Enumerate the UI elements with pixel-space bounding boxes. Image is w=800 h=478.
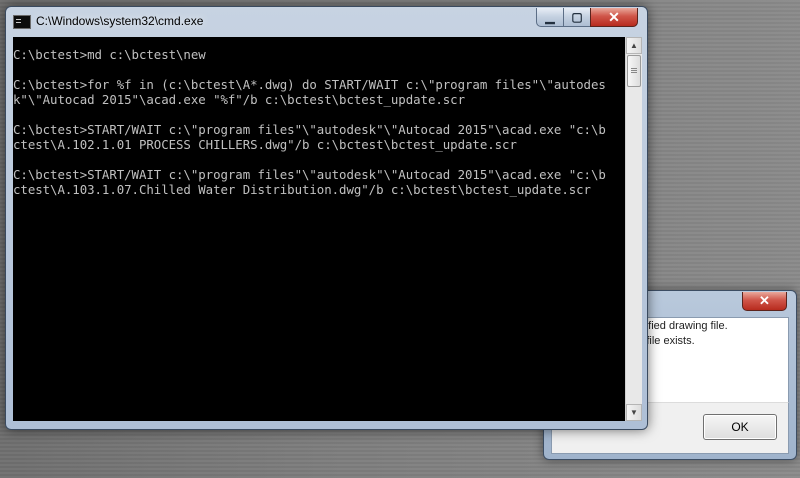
vertical-scrollbar[interactable]: ▲ ▼ [625, 37, 642, 421]
window-title: C:\Windows\system32\cmd.exe [36, 14, 204, 28]
scroll-up-button[interactable]: ▲ [626, 37, 642, 54]
dialog-close-button[interactable]: ✕ [742, 292, 787, 311]
scroll-down-button[interactable]: ▼ [626, 404, 642, 421]
console-icon[interactable] [13, 15, 31, 29]
ok-button[interactable]: OK [703, 414, 777, 440]
console-output[interactable]: C:\bctest>md c:\bctest\new C:\bctest>for… [13, 37, 625, 421]
minimize-button[interactable]: ▁ [536, 8, 564, 27]
maximize-button[interactable]: ▢ [563, 8, 591, 27]
close-button[interactable]: ✕ [590, 8, 638, 27]
scroll-thumb[interactable] [627, 55, 641, 87]
cmd-window: C:\Windows\system32\cmd.exe ▁ ▢ ✕ C:\bct… [5, 6, 648, 430]
console-text: C:\bctest>md c:\bctest\new C:\bctest>for… [13, 47, 606, 197]
